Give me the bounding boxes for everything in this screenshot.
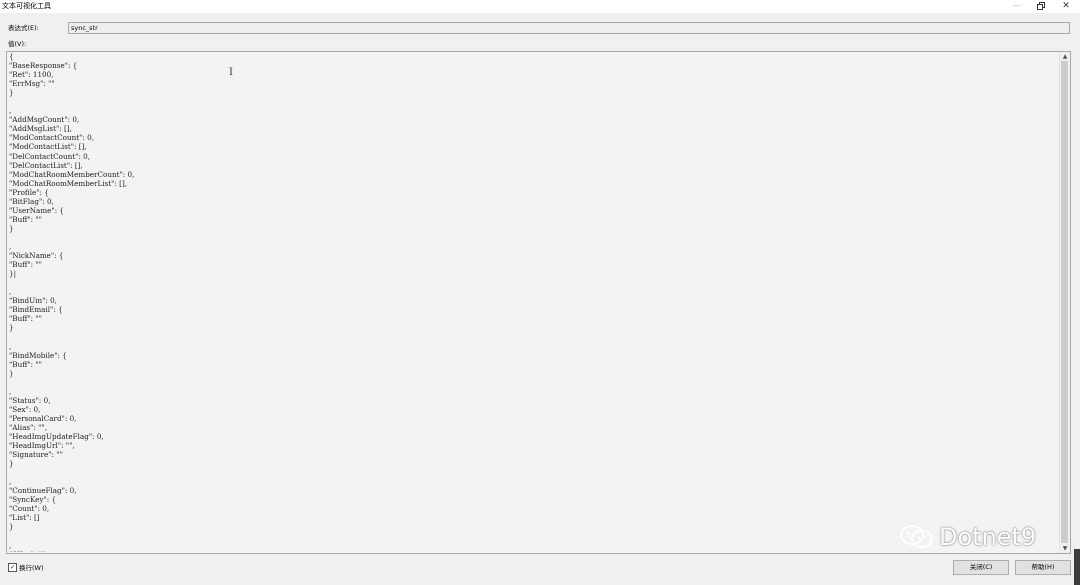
window-title: 文本可视化工具 — [2, 2, 51, 10]
expression-input[interactable] — [68, 22, 1070, 34]
wrap-label: 换行(W) — [19, 564, 44, 572]
close-button[interactable]: 关闭(C) — [953, 560, 1009, 575]
watermark: Dotnet9 — [899, 523, 1036, 551]
value-textarea[interactable]: { "BaseResponse": { "Ret": 1100, "ErrMsg… — [6, 51, 1071, 554]
title-bar: 文本可视化工具 — ✕ — [0, 0, 1080, 13]
restore-button[interactable] — [1028, 0, 1054, 12]
scroll-up-icon[interactable]: ▲ — [1060, 52, 1070, 61]
scrollbar-thumb[interactable] — [1061, 61, 1068, 543]
expression-label: 表达式(E): — [8, 24, 39, 32]
close-window-button[interactable]: ✕ — [1053, 0, 1079, 12]
text-cursor-icon: I — [229, 67, 233, 78]
restore-icon — [1037, 2, 1045, 10]
help-button[interactable]: 帮助(H) — [1015, 560, 1071, 575]
value-text[interactable]: { "BaseResponse": { "Ret": 1100, "ErrMsg… — [9, 52, 1055, 552]
value-label: 值(V): — [8, 40, 27, 48]
wrap-checkbox-group[interactable]: ✓ 换行(W) — [8, 562, 44, 572]
wechat-icon — [900, 525, 933, 548]
close-icon: ✕ — [1062, 1, 1070, 11]
watermark-text: Dotnet9 — [939, 523, 1037, 551]
minimize-icon: — — [1012, 1, 1022, 11]
resize-grip[interactable] — [1074, 549, 1080, 585]
vertical-scrollbar[interactable]: ▲ ▼ — [1059, 52, 1070, 553]
wrap-checkbox[interactable]: ✓ — [8, 562, 17, 572]
scroll-down-icon[interactable]: ▼ — [1060, 544, 1070, 553]
minimize-button[interactable]: — — [1004, 0, 1030, 12]
